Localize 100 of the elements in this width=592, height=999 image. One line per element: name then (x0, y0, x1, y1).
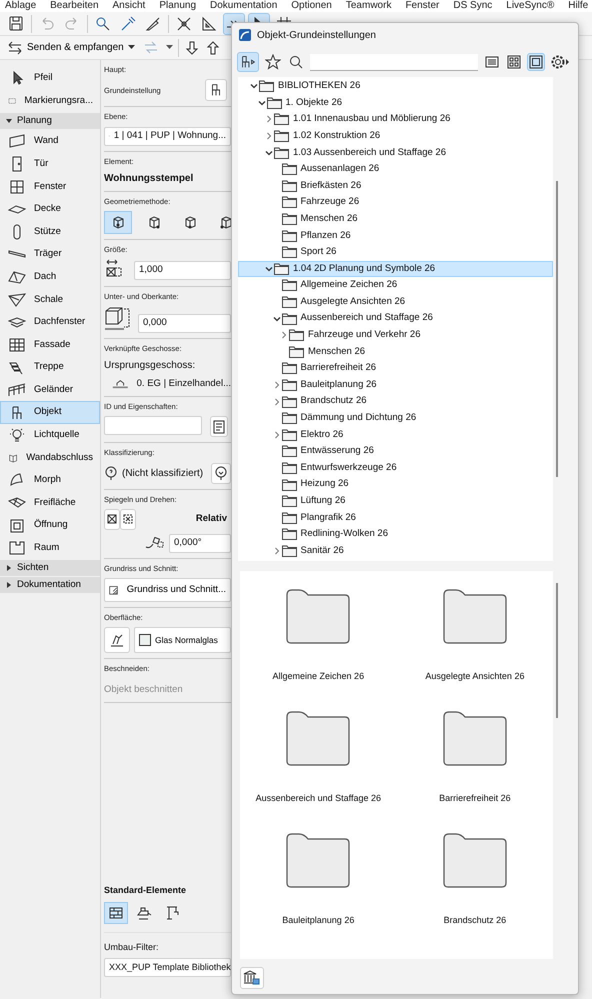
tree-item[interactable]: Bauleitplanung 26 (238, 376, 554, 394)
tree-item[interactable]: Sanitär 26 (238, 542, 554, 560)
view-button[interactable] (528, 54, 544, 70)
tree-item[interactable]: Menschen 26 (238, 210, 554, 228)
mirror-button[interactable] (104, 508, 120, 530)
tool-item[interactable]: Schale (0, 288, 100, 311)
tool-item[interactable]: Fassade (0, 334, 100, 356)
tool-item[interactable]: Wand (0, 130, 100, 153)
tool-item[interactable]: Geländer (0, 378, 100, 402)
id-field[interactable] (104, 416, 202, 436)
angle-field[interactable]: 0,000° (169, 534, 231, 553)
tool-item[interactable]: Tür (0, 152, 100, 176)
menu-item[interactable]: Dokumentation (210, 0, 278, 12)
view-button[interactable] (484, 54, 500, 70)
favorites-button[interactable] (264, 53, 282, 71)
tree-item[interactable]: Menschen 26 (238, 344, 554, 360)
tool-item[interactable]: Pfeil (0, 67, 100, 90)
surface-button[interactable] (104, 627, 130, 654)
menu-item[interactable]: Teamwork (346, 0, 392, 12)
folder-label[interactable]: Allgemeine Zeichen 26 (272, 670, 364, 684)
tree-item[interactable]: Redlining-Wolken 26 (238, 526, 554, 543)
menu-item[interactable]: Planung (159, 0, 196, 12)
menu-item[interactable]: LiveSync® (506, 0, 554, 12)
tree-item[interactable]: 1.03 Aussenbereich und Staffage 26 (238, 144, 554, 161)
tree-item[interactable]: Entwurfswerkzeuge 26 (238, 460, 554, 476)
tree-item[interactable]: Dämmung und Dichtung 26 (238, 410, 554, 426)
search-button[interactable] (288, 54, 304, 70)
section-header[interactable]: Sichten (0, 560, 100, 576)
geometry-option[interactable] (104, 211, 132, 234)
tree-item[interactable]: Aussenbereich und Staffage 26 (238, 310, 554, 327)
tool-item[interactable]: Wandabschluss (0, 446, 100, 470)
menu-item[interactable]: Optionen (291, 0, 332, 12)
folder-label[interactable]: Barrierefreiheit 26 (439, 792, 511, 806)
tree-item[interactable]: Aussenanlagen 26 (238, 160, 554, 178)
library-button[interactable] (240, 967, 264, 989)
folder-label[interactable]: Brandschutz 26 (444, 914, 506, 928)
renovation-field[interactable]: XXX_PUP Template Bibliothek (104, 958, 231, 977)
menu-item[interactable]: Fenster (405, 0, 440, 12)
layer-field[interactable]: 1 | 041 | PUP | Wohnung... (104, 126, 231, 146)
standard-option[interactable] (104, 902, 128, 924)
menu-item[interactable]: Ansicht (112, 0, 146, 12)
tree-item[interactable]: 1.02 Konstruktion 26 (238, 128, 554, 144)
send-receive-button[interactable]: Senden & empfangen (6, 39, 136, 56)
tool-item[interactable]: Markierungsra... (0, 90, 100, 112)
tool-item[interactable]: Objekt (0, 401, 100, 424)
tree-item[interactable]: Allgemeine Zeichen 26 (238, 277, 554, 294)
classification-button[interactable] (211, 462, 231, 484)
tree-item[interactable]: Lüftung 26 (238, 492, 554, 510)
folder-label[interactable]: Aussenbereich und Staffage 26 (256, 792, 382, 806)
tool-item[interactable]: Raum (0, 536, 100, 560)
tool-item[interactable]: Öffnung (0, 514, 100, 537)
tool-item[interactable]: Freifläche (0, 492, 100, 514)
folder-icon (282, 495, 296, 508)
surface-field[interactable]: Glas Normalglas (134, 627, 231, 654)
tool-item[interactable]: Decke (0, 198, 100, 221)
tree-item[interactable]: Plangrafik 26 (238, 509, 554, 526)
tool-item[interactable]: Dachfenster (0, 310, 100, 334)
tool-item[interactable]: Träger (0, 243, 100, 266)
plan-button[interactable]: Grundriss und Schnitt... (104, 578, 231, 602)
menu-item[interactable]: Bearbeiten (50, 0, 99, 12)
menu-item[interactable]: DS Sync (453, 0, 492, 12)
menu-item[interactable]: Hilfe (568, 0, 588, 12)
tree-item[interactable]: Brandschutz 26 (238, 393, 554, 410)
scrollbar-thumb[interactable] (556, 583, 558, 718)
menu-item[interactable]: Ablage (5, 0, 36, 12)
tree-item[interactable]: Sport 26 (238, 244, 554, 261)
tool-item[interactable]: Fenster (0, 175, 100, 198)
properties-button[interactable] (210, 416, 228, 438)
tool-item[interactable]: Treppe (0, 356, 100, 379)
view-button[interactable] (506, 54, 522, 70)
chair-button[interactable] (205, 79, 227, 102)
mirror-button[interactable] (120, 508, 136, 530)
object-type-button[interactable] (238, 53, 258, 71)
elevation-field[interactable]: 0,000 (138, 314, 231, 332)
search-field[interactable] (310, 54, 478, 70)
tree-item[interactable]: Fahrzeuge 26 (238, 194, 554, 211)
tree-item[interactable]: 1.04 2D Planung und Symbole 26 (238, 260, 554, 278)
tree-item[interactable]: 1. Objekte 26 (238, 94, 554, 112)
tree-item[interactable]: BIBLIOTHEKEN 26 (238, 78, 554, 95)
tree-item[interactable]: Ausgelegte Ansichten 26 (238, 294, 554, 310)
tree-item[interactable]: Briefkästen 26 (238, 178, 554, 194)
section-header[interactable]: Dokumentation (0, 577, 100, 594)
size-field[interactable]: 1,000 (134, 260, 231, 280)
tool-item[interactable]: Lichtquelle (0, 424, 100, 446)
tool-item[interactable]: Stütze (0, 220, 100, 244)
scrollbar-thumb[interactable] (556, 181, 558, 477)
settings-button[interactable] (550, 54, 572, 70)
tool-item[interactable]: Dach (0, 266, 100, 288)
folder-label[interactable]: Ausgelegte Ansichten 26 (425, 670, 524, 684)
tree-item[interactable]: 1.01 Innenausbau und Möblierung 26 (238, 111, 554, 128)
tool-item[interactable]: Morph (0, 469, 100, 492)
folder-icon (442, 833, 507, 888)
tree-item[interactable]: Fahrzeuge und Verkehr 26 (238, 326, 554, 344)
section-header[interactable]: Planung (0, 113, 100, 130)
folder-label[interactable]: Bauleitplanung 26 (282, 914, 354, 928)
tree-item[interactable]: Entwässerung 26 (238, 443, 554, 460)
tree-item[interactable]: Elektro 26 (238, 426, 554, 444)
tree-item[interactable]: Pflanzen 26 (238, 227, 554, 244)
tree-item[interactable]: Barrierefreiheit 26 (238, 360, 554, 377)
tree-item[interactable]: Heizung 26 (238, 476, 554, 493)
